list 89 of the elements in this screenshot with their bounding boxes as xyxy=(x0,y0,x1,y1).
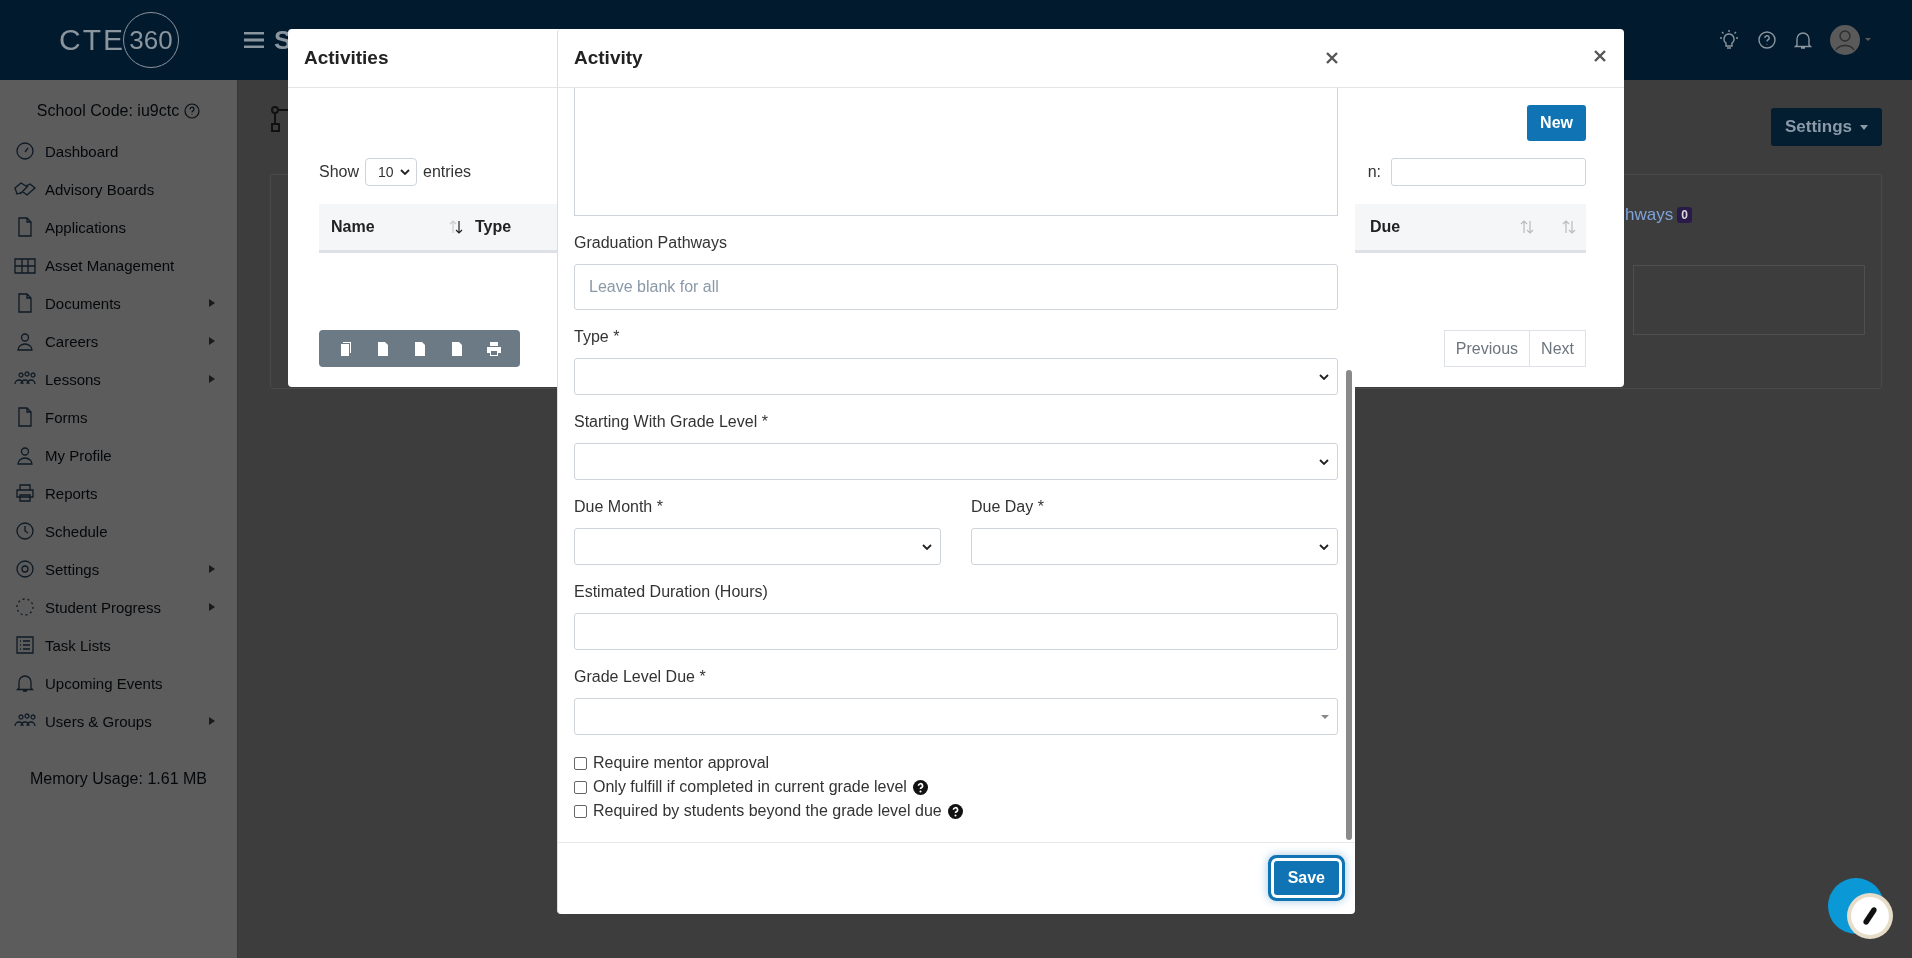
lightbulb-icon[interactable] xyxy=(1718,29,1740,51)
help-icon[interactable] xyxy=(912,779,928,795)
settings-button[interactable]: Settings xyxy=(1770,108,1882,146)
number-field[interactable] xyxy=(574,613,1338,650)
caret-icon xyxy=(209,603,215,611)
next-button[interactable]: Next xyxy=(1530,330,1586,367)
close-icon[interactable] xyxy=(1326,52,1338,64)
checkbox-label: Required by students beyond the grade level due xyxy=(593,802,942,820)
sort-icon xyxy=(1520,220,1534,234)
bell-icon xyxy=(14,673,36,693)
entries-label: entries xyxy=(423,163,472,181)
logo: CTE 360 xyxy=(0,12,238,68)
gauge-icon xyxy=(14,141,36,161)
dialog-title: Activity xyxy=(574,47,643,69)
sidebar-item[interactable]: Forms xyxy=(0,398,237,436)
sidebar-item[interactable]: Schedule xyxy=(0,512,237,550)
chevron-icon xyxy=(1319,543,1329,550)
select-field[interactable] xyxy=(574,358,1338,395)
sidebar-item[interactable]: Asset Management xyxy=(0,246,237,284)
search-label: n: xyxy=(1367,163,1381,181)
person-icon xyxy=(14,445,36,465)
help-icon[interactable] xyxy=(947,803,963,819)
field-label: Graduation Pathways xyxy=(574,233,728,253)
sidebar-item[interactable]: Student Progress xyxy=(0,588,237,626)
dialog-title: Activities xyxy=(304,47,389,69)
clock-icon xyxy=(14,521,36,541)
select-field[interactable] xyxy=(574,528,941,565)
field-label: Grade Level Due * xyxy=(574,667,707,687)
caret-icon xyxy=(209,299,215,307)
checkbox[interactable] xyxy=(574,804,587,818)
caret-icon xyxy=(1321,714,1329,719)
sidebar-item[interactable]: Lessons xyxy=(0,360,237,398)
text-field[interactable]: Leave blank for all xyxy=(574,264,1338,310)
checkbox-label: Only fulfill if completed in current grade level xyxy=(593,778,907,796)
column-header[interactable]: Due xyxy=(1366,218,1520,236)
sidebar-item[interactable]: Documents xyxy=(0,284,237,322)
chevron-icon xyxy=(1319,458,1329,465)
field-label: Due Month * xyxy=(574,497,664,517)
memory-usage: Memory Usage: 1.61 MB xyxy=(29,770,208,788)
caret-icon xyxy=(209,717,215,725)
sidebar-item[interactable]: Task Lists xyxy=(0,626,237,664)
list-icon xyxy=(14,635,36,655)
field-label: Due Day * xyxy=(971,497,1045,517)
caret-icon xyxy=(209,375,215,383)
sidebar-item[interactable]: Reports xyxy=(0,474,237,512)
bell-icon[interactable] xyxy=(1794,30,1812,50)
sidebar-item[interactable]: Careers xyxy=(0,322,237,360)
select-field[interactable] xyxy=(574,443,1338,480)
sidebar-item[interactable]: Advisory Boards xyxy=(0,170,237,208)
search-field[interactable] xyxy=(1391,158,1586,186)
chevron-icon xyxy=(1319,373,1329,380)
caret-icon xyxy=(209,337,215,345)
pathways-link[interactable]: hways xyxy=(1625,205,1674,225)
column-header[interactable]: Name xyxy=(319,218,449,236)
help-icon[interactable] xyxy=(1758,31,1776,49)
avatar-icon[interactable] xyxy=(1830,25,1872,55)
sidebar-item[interactable]: Users & Groups xyxy=(0,702,237,740)
close-icon[interactable] xyxy=(1594,50,1606,62)
field-label: Starting With Grade Level * xyxy=(574,412,769,432)
printer-icon xyxy=(14,483,36,503)
field-label: Type * xyxy=(574,327,621,347)
sidebar-item[interactable]: Dashboard xyxy=(0,132,237,170)
sort-icon xyxy=(449,220,463,234)
printer-icon xyxy=(485,340,502,357)
field-label: Estimated Duration (Hours) xyxy=(574,582,769,602)
caret-icon xyxy=(1860,124,1868,130)
checkbox-label: Require mentor approval xyxy=(593,754,770,772)
sidebar-item[interactable]: Applications xyxy=(0,208,237,246)
count-badge: 0 xyxy=(1677,207,1692,223)
sidebar-item[interactable]: My Profile xyxy=(0,436,237,474)
dotted-circle-icon xyxy=(14,597,36,617)
chevron-icon xyxy=(922,543,932,550)
menu-icon[interactable] xyxy=(244,32,264,48)
checkbox[interactable] xyxy=(574,756,587,770)
person-icon xyxy=(14,331,36,351)
sidebar-item[interactable]: Upcoming Events xyxy=(0,664,237,702)
caret-icon xyxy=(209,565,215,573)
select-field[interactable] xyxy=(971,528,1338,565)
previous-button[interactable]: Previous xyxy=(1443,330,1531,367)
chat-widget-icon[interactable] xyxy=(1828,878,1896,942)
chevron-icon xyxy=(400,169,411,175)
sort-icon xyxy=(1562,220,1576,234)
new-button[interactable]: New xyxy=(1527,105,1586,141)
show-label: Show xyxy=(319,163,360,181)
entries-select[interactable]: 10 xyxy=(365,158,418,186)
checkbox[interactable] xyxy=(574,780,587,794)
scrollbar[interactable] xyxy=(1346,370,1352,840)
school-code: School Code: iu9ctc xyxy=(36,102,180,120)
sidebar-item[interactable]: Settings xyxy=(0,550,237,588)
